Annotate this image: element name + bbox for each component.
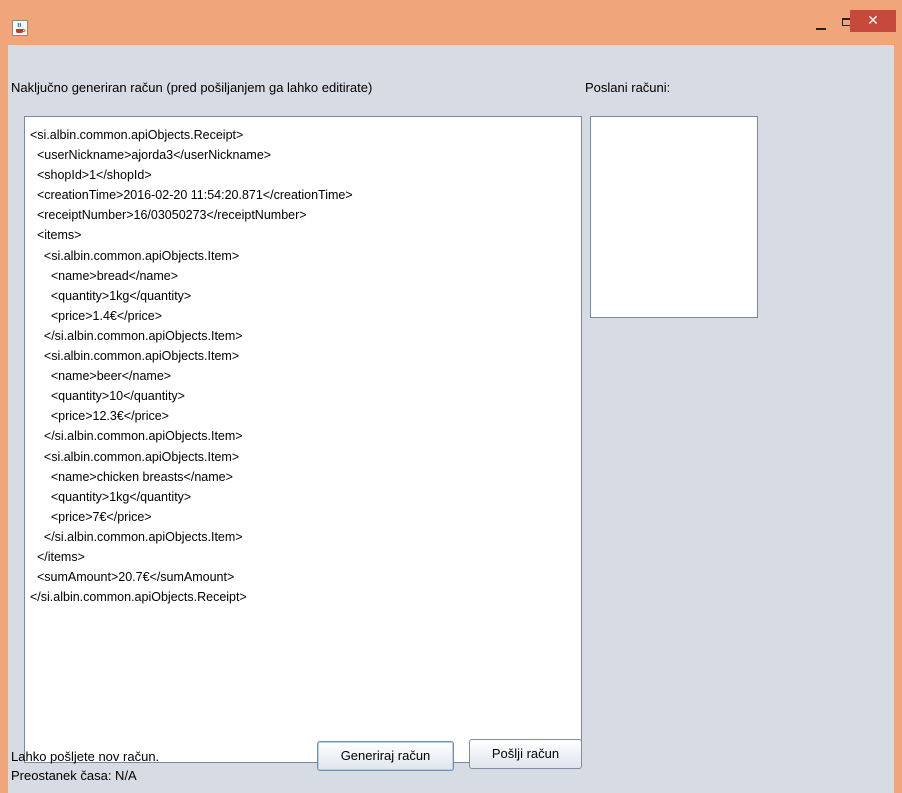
receipt-label: Naključno generiran račun (pred pošiljan… (11, 80, 373, 95)
app-window: ✕ Naključno generiran račun (pred pošilj… (0, 0, 902, 793)
sent-receipts-label: Poslani računi: (585, 80, 671, 95)
send-receipt-button[interactable]: Pošlji račun (469, 739, 582, 769)
status-text: Lahko pošljete nov račun. (11, 749, 160, 764)
minimize-icon[interactable] (810, 14, 832, 34)
sent-receipts-list[interactable] (590, 116, 758, 318)
java-cup-icon[interactable] (12, 20, 28, 36)
close-icon[interactable]: ✕ (850, 10, 896, 32)
content-pane: Naključno generiran račun (pred pošiljan… (8, 45, 894, 793)
receipt-xml-text[interactable]: <si.albin.common.apiObjects.Receipt> <us… (30, 125, 353, 607)
time-left-text: Preostanek časa: N/A (11, 768, 137, 783)
receipt-editor[interactable]: <si.albin.common.apiObjects.Receipt> <us… (24, 116, 582, 763)
title-bar[interactable]: ✕ (0, 0, 902, 45)
generate-receipt-button[interactable]: Generiraj račun (317, 741, 454, 771)
